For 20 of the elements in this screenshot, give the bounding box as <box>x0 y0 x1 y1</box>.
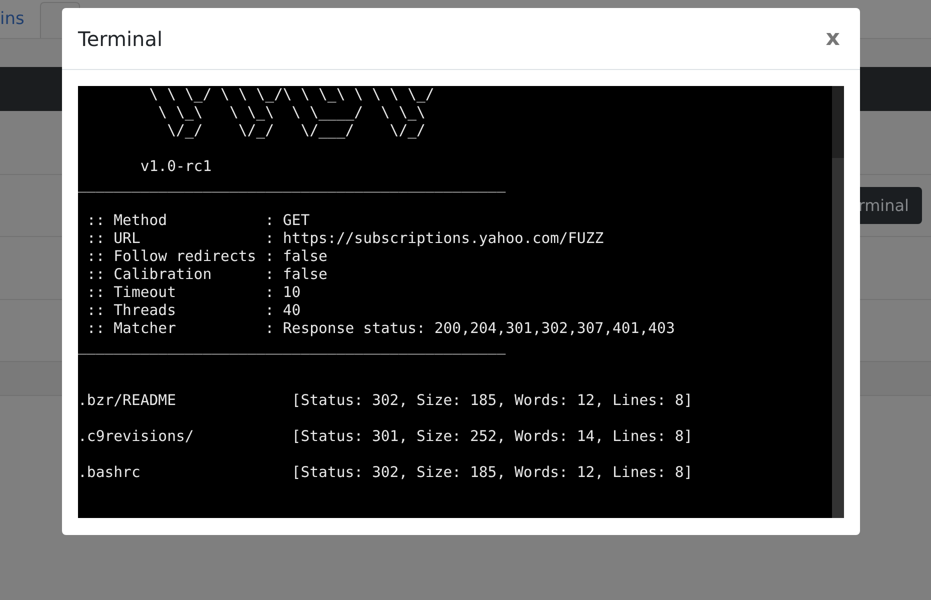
terminal-line: \/_/ \/_/ \/___/ \/_/ <box>166 122 426 140</box>
terminal-line: :: URL : https://subscriptions.yahoo.com/FUZZ <box>86 230 604 248</box>
terminal-line: :: Timeout : 10 <box>86 284 301 302</box>
terminal-line: v1.0-rc1 <box>139 158 212 176</box>
terminal-line: \ \ \_/ \ \ \_/\ \ \_\ \ \ \ \_/ <box>148 86 434 104</box>
tab[interactable]: ins <box>0 2 40 38</box>
terminal-line: :: Matcher : Response status: 200,204,301,302,307,401,403 <box>86 320 675 338</box>
close-button[interactable]: x <box>822 28 844 50</box>
terminal-line: ________________________________________________ <box>78 176 506 194</box>
terminal-line: .bashrc [Status: 302, Size: 185, Words: 12, Lines: 8] <box>78 464 693 482</box>
terminal-line: :: Method : GET <box>86 212 310 230</box>
scrollbar[interactable] <box>832 86 844 518</box>
modal-title: Terminal <box>78 26 163 52</box>
terminal-line: :: Follow redirects : false <box>86 248 328 266</box>
terminal-line: :: Calibration : false <box>86 266 328 284</box>
terminal-line: .c9revisions/ [Status: 301, Size: 252, Words: 14, Lines: 8] <box>78 428 693 446</box>
terminal-line: :: Threads : 40 <box>86 302 301 320</box>
terminal-line: \ \_\ \ \_\ \ \____/ \ \_\ <box>157 104 426 122</box>
terminal-line: .bzr/README [Status: 302, Size: 185, Words: 12, Lines: 8] <box>78 392 693 410</box>
terminal-line: ________________________________________________ <box>78 338 506 356</box>
